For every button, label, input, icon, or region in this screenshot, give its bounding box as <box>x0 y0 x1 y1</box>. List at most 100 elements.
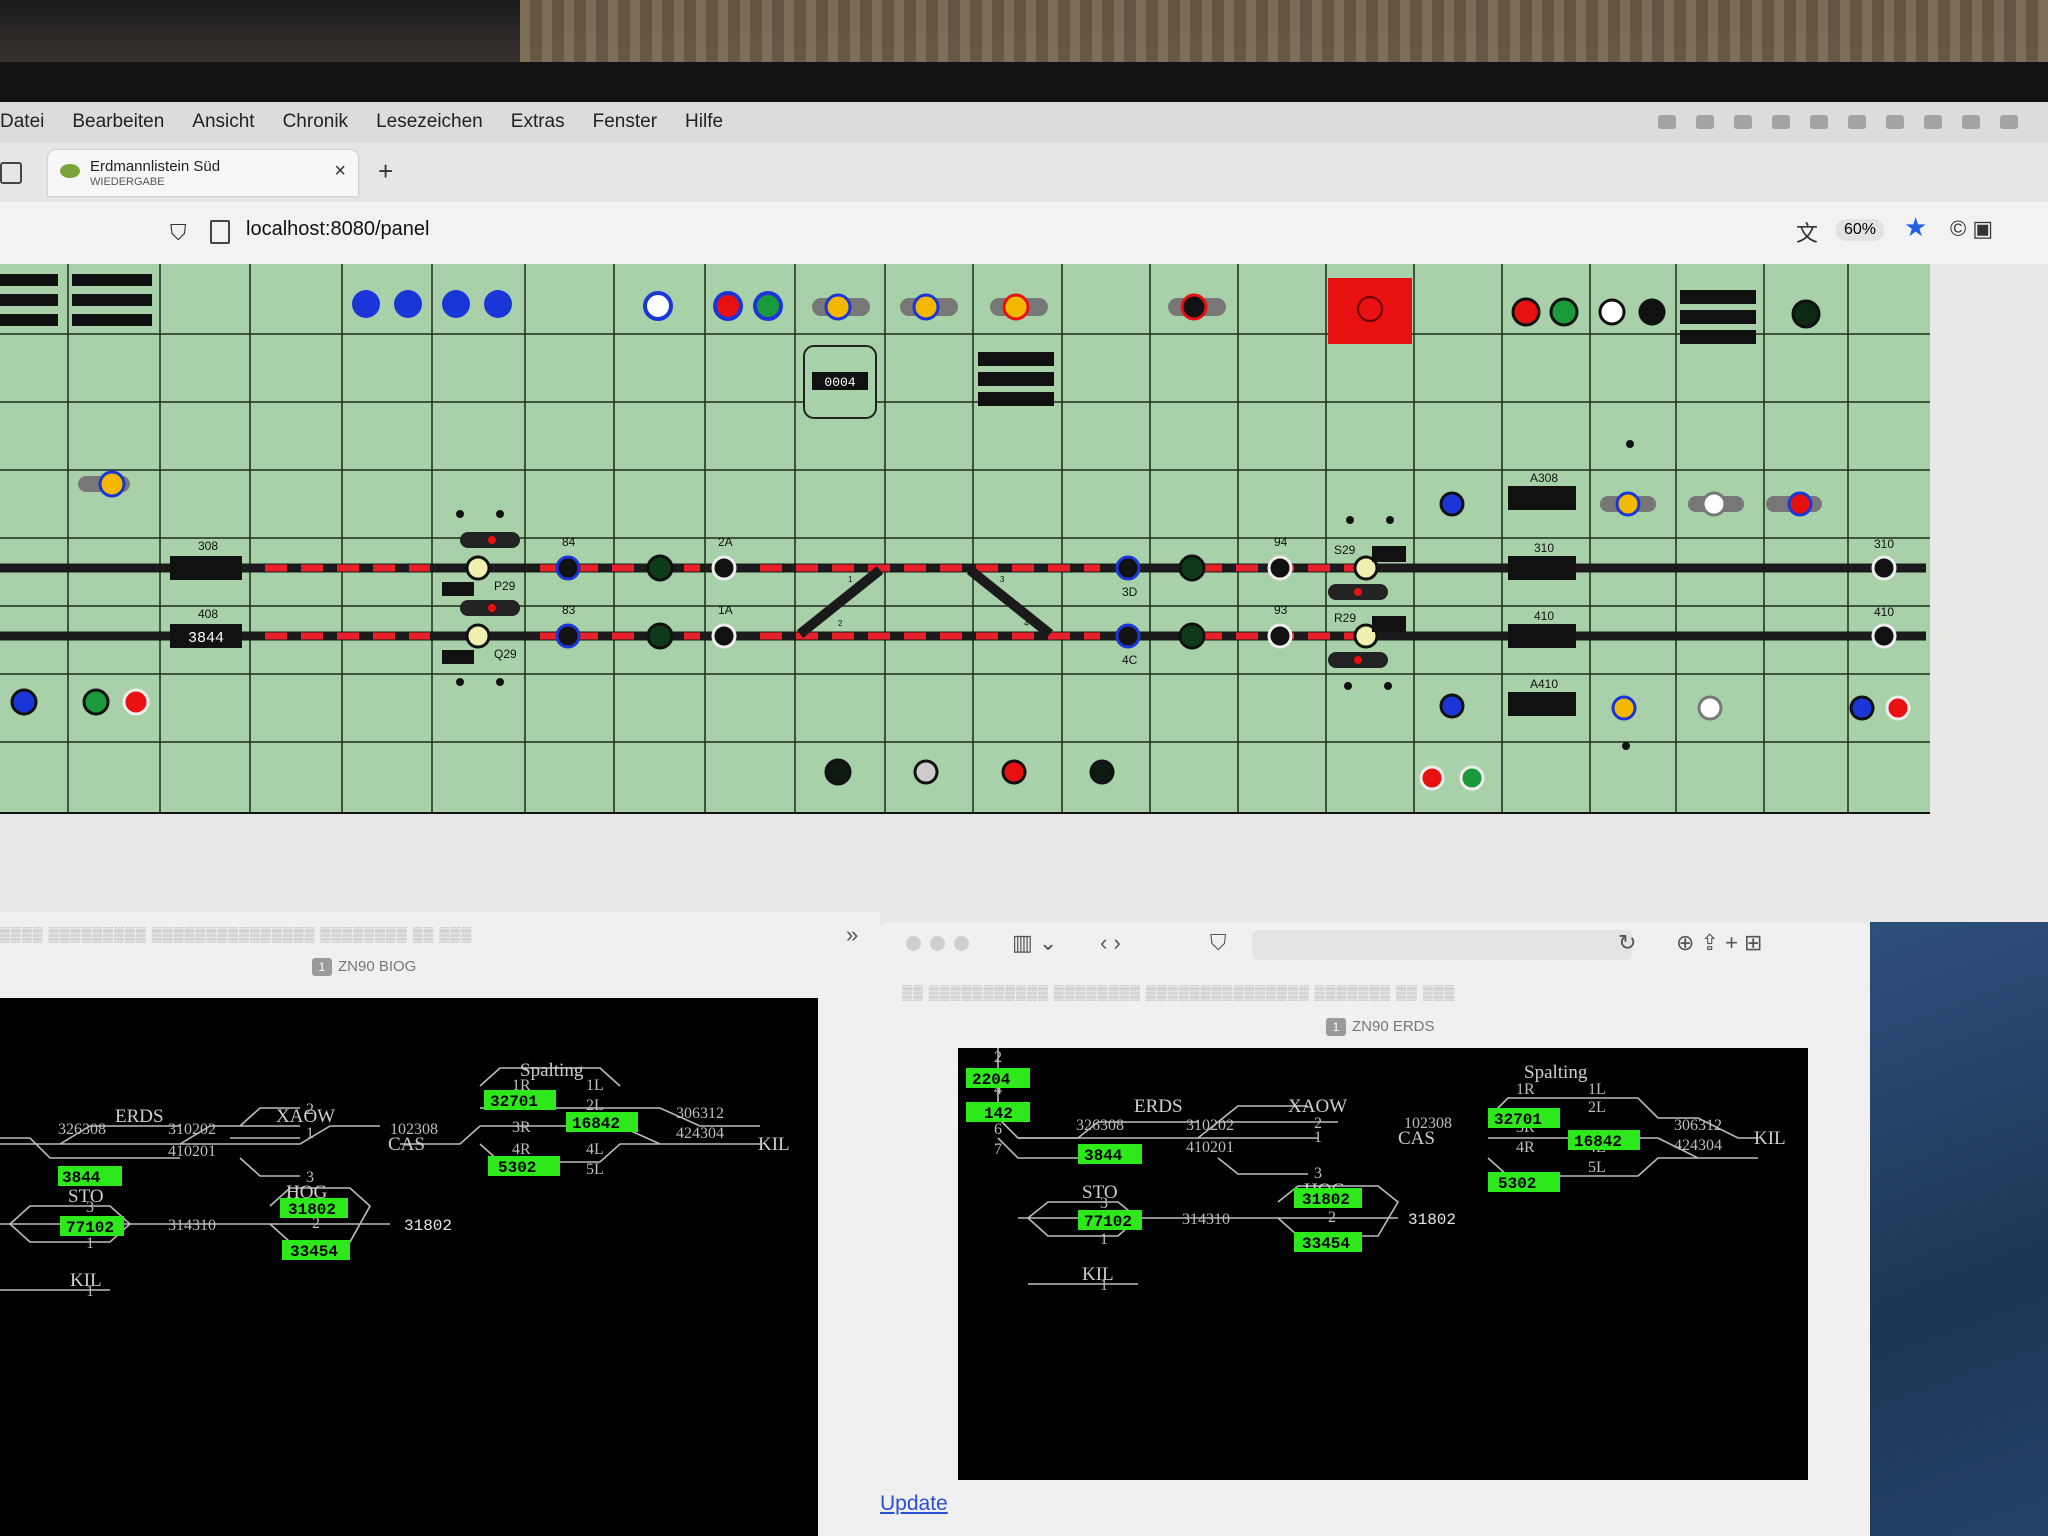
blue-button[interactable] <box>352 290 380 318</box>
red-button[interactable] <box>122 688 150 716</box>
station-label: XAOW <box>1288 1096 1347 1117</box>
signal-3d[interactable] <box>1115 555 1141 581</box>
lamp-test-button[interactable] <box>643 291 673 321</box>
bookmark-star-icon[interactable]: ★ <box>1904 212 1927 243</box>
url-field[interactable] <box>1252 930 1632 960</box>
red-button[interactable] <box>1419 765 1445 791</box>
menu-datei[interactable]: Datei <box>0 111 44 133</box>
update-link[interactable]: Update <box>880 1492 948 1516</box>
shield-icon[interactable]: ⛉ <box>1210 930 1227 956</box>
signal-84[interactable] <box>555 555 581 581</box>
white-button[interactable] <box>1701 491 1727 517</box>
signal-94[interactable] <box>1267 555 1293 581</box>
tray-icon[interactable] <box>1924 115 1942 129</box>
yellow-button[interactable] <box>1611 695 1637 721</box>
yellow-button[interactable] <box>912 293 940 321</box>
monitor-bezel <box>0 0 2048 110</box>
track-label: 5L <box>586 1161 604 1178</box>
blue-button[interactable] <box>1439 693 1465 719</box>
tray-icon[interactable] <box>1772 115 1790 129</box>
red-button[interactable] <box>1787 491 1813 517</box>
leaf-icon <box>60 164 80 178</box>
yellow-button[interactable] <box>1002 293 1030 321</box>
toolbar-icons[interactable]: ⊕ ⇪ + ⊞ <box>1676 930 1763 956</box>
switch-lamp[interactable] <box>1178 622 1206 650</box>
black-button[interactable] <box>1638 298 1666 326</box>
tray-icon[interactable] <box>1810 115 1828 129</box>
green-button[interactable] <box>82 688 110 716</box>
track-number: 306312 <box>1674 1117 1722 1134</box>
yellow-button[interactable] <box>1615 491 1641 517</box>
red-button[interactable] <box>1885 695 1911 721</box>
signal-p29[interactable] <box>465 555 491 581</box>
menu-extras[interactable]: Extras <box>511 111 565 133</box>
green-button[interactable] <box>753 291 783 321</box>
white-button[interactable] <box>913 759 939 785</box>
red-alarm-field[interactable] <box>1328 278 1412 344</box>
menu-lesezeichen[interactable]: Lesezeichen <box>376 111 483 133</box>
white-button[interactable] <box>1598 298 1626 326</box>
new-tab-button[interactable]: + <box>378 156 393 187</box>
signal-q29[interactable] <box>465 623 491 649</box>
tray-icon[interactable] <box>1696 115 1714 129</box>
close-window-icon[interactable] <box>906 936 921 951</box>
dark-button[interactable] <box>824 758 852 786</box>
signal-410[interactable] <box>1871 623 1897 649</box>
tray-icon[interactable] <box>1886 115 1904 129</box>
blue-button[interactable] <box>394 290 422 318</box>
signal-2a[interactable] <box>711 555 737 581</box>
signal-83[interactable] <box>555 623 581 649</box>
translate-icon[interactable]: 文 <box>1796 216 1818 248</box>
dark-button[interactable] <box>1089 759 1115 785</box>
blue-button[interactable] <box>10 688 38 716</box>
track-label: 94 <box>1274 535 1288 549</box>
zoom-level[interactable]: 60% <box>1836 219 1885 241</box>
track-number: 31802 <box>1408 1211 1456 1229</box>
tray-icon[interactable] <box>1734 115 1752 129</box>
blue-button[interactable] <box>1849 695 1875 721</box>
yellow-button[interactable] <box>824 293 852 321</box>
yellow-button[interactable] <box>98 470 126 498</box>
green-button[interactable] <box>1549 297 1579 327</box>
black-button[interactable] <box>1180 293 1208 321</box>
green-button[interactable] <box>1459 765 1485 791</box>
maximize-window-icon[interactable] <box>954 936 969 951</box>
chevron-right-icon[interactable]: » <box>846 922 858 948</box>
red-button[interactable] <box>1511 297 1541 327</box>
menu-chronik[interactable]: Chronik <box>283 111 348 133</box>
reload-icon[interactable]: ↻ <box>1618 930 1636 956</box>
white-button[interactable] <box>1697 695 1723 721</box>
red-button[interactable] <box>1001 759 1027 785</box>
dark-button[interactable] <box>1791 299 1821 329</box>
back-forward-icons[interactable]: ‹ › <box>1100 930 1121 956</box>
tray-icon[interactable] <box>2000 115 2018 129</box>
blue-button[interactable] <box>484 290 512 318</box>
signal-93[interactable] <box>1267 623 1293 649</box>
tray-icon[interactable] <box>1962 115 1980 129</box>
switch-lamp[interactable] <box>646 554 674 582</box>
track-label: 1 <box>306 1125 314 1142</box>
shield-icon[interactable]: ⛉ <box>170 220 187 246</box>
signal-4c[interactable] <box>1115 623 1141 649</box>
sidebar-toggle-icon[interactable] <box>0 162 22 184</box>
switch-lamp[interactable] <box>646 622 674 650</box>
tray-icon[interactable] <box>1848 115 1866 129</box>
signal-1a[interactable] <box>711 623 737 649</box>
blue-button[interactable] <box>1439 491 1465 517</box>
menu-fenster[interactable]: Fenster <box>593 111 657 133</box>
red-button[interactable] <box>713 291 743 321</box>
blue-button[interactable] <box>442 290 470 318</box>
minimize-window-icon[interactable] <box>930 936 945 951</box>
menu-ansicht[interactable]: Ansicht <box>192 111 254 133</box>
track-label: R29 <box>1334 611 1356 625</box>
switch-lamp[interactable] <box>1178 554 1206 582</box>
close-tab-icon[interactable]: × <box>334 160 346 183</box>
signal-310[interactable] <box>1871 555 1897 581</box>
menu-bearbeiten[interactable]: Bearbeiten <box>72 111 164 133</box>
menu-hilfe[interactable]: Hilfe <box>685 111 723 133</box>
url-field[interactable]: localhost:8080/panel <box>246 218 429 241</box>
extension-icon[interactable]: © ▣ <box>1950 216 1993 242</box>
sidebar-icon[interactable]: ▥ ⌄ <box>1012 930 1057 956</box>
tab-erdmannlistein[interactable]: Erdmannlistein Süd WIEDERGABE × <box>48 150 358 196</box>
tray-icon[interactable] <box>1658 115 1676 129</box>
